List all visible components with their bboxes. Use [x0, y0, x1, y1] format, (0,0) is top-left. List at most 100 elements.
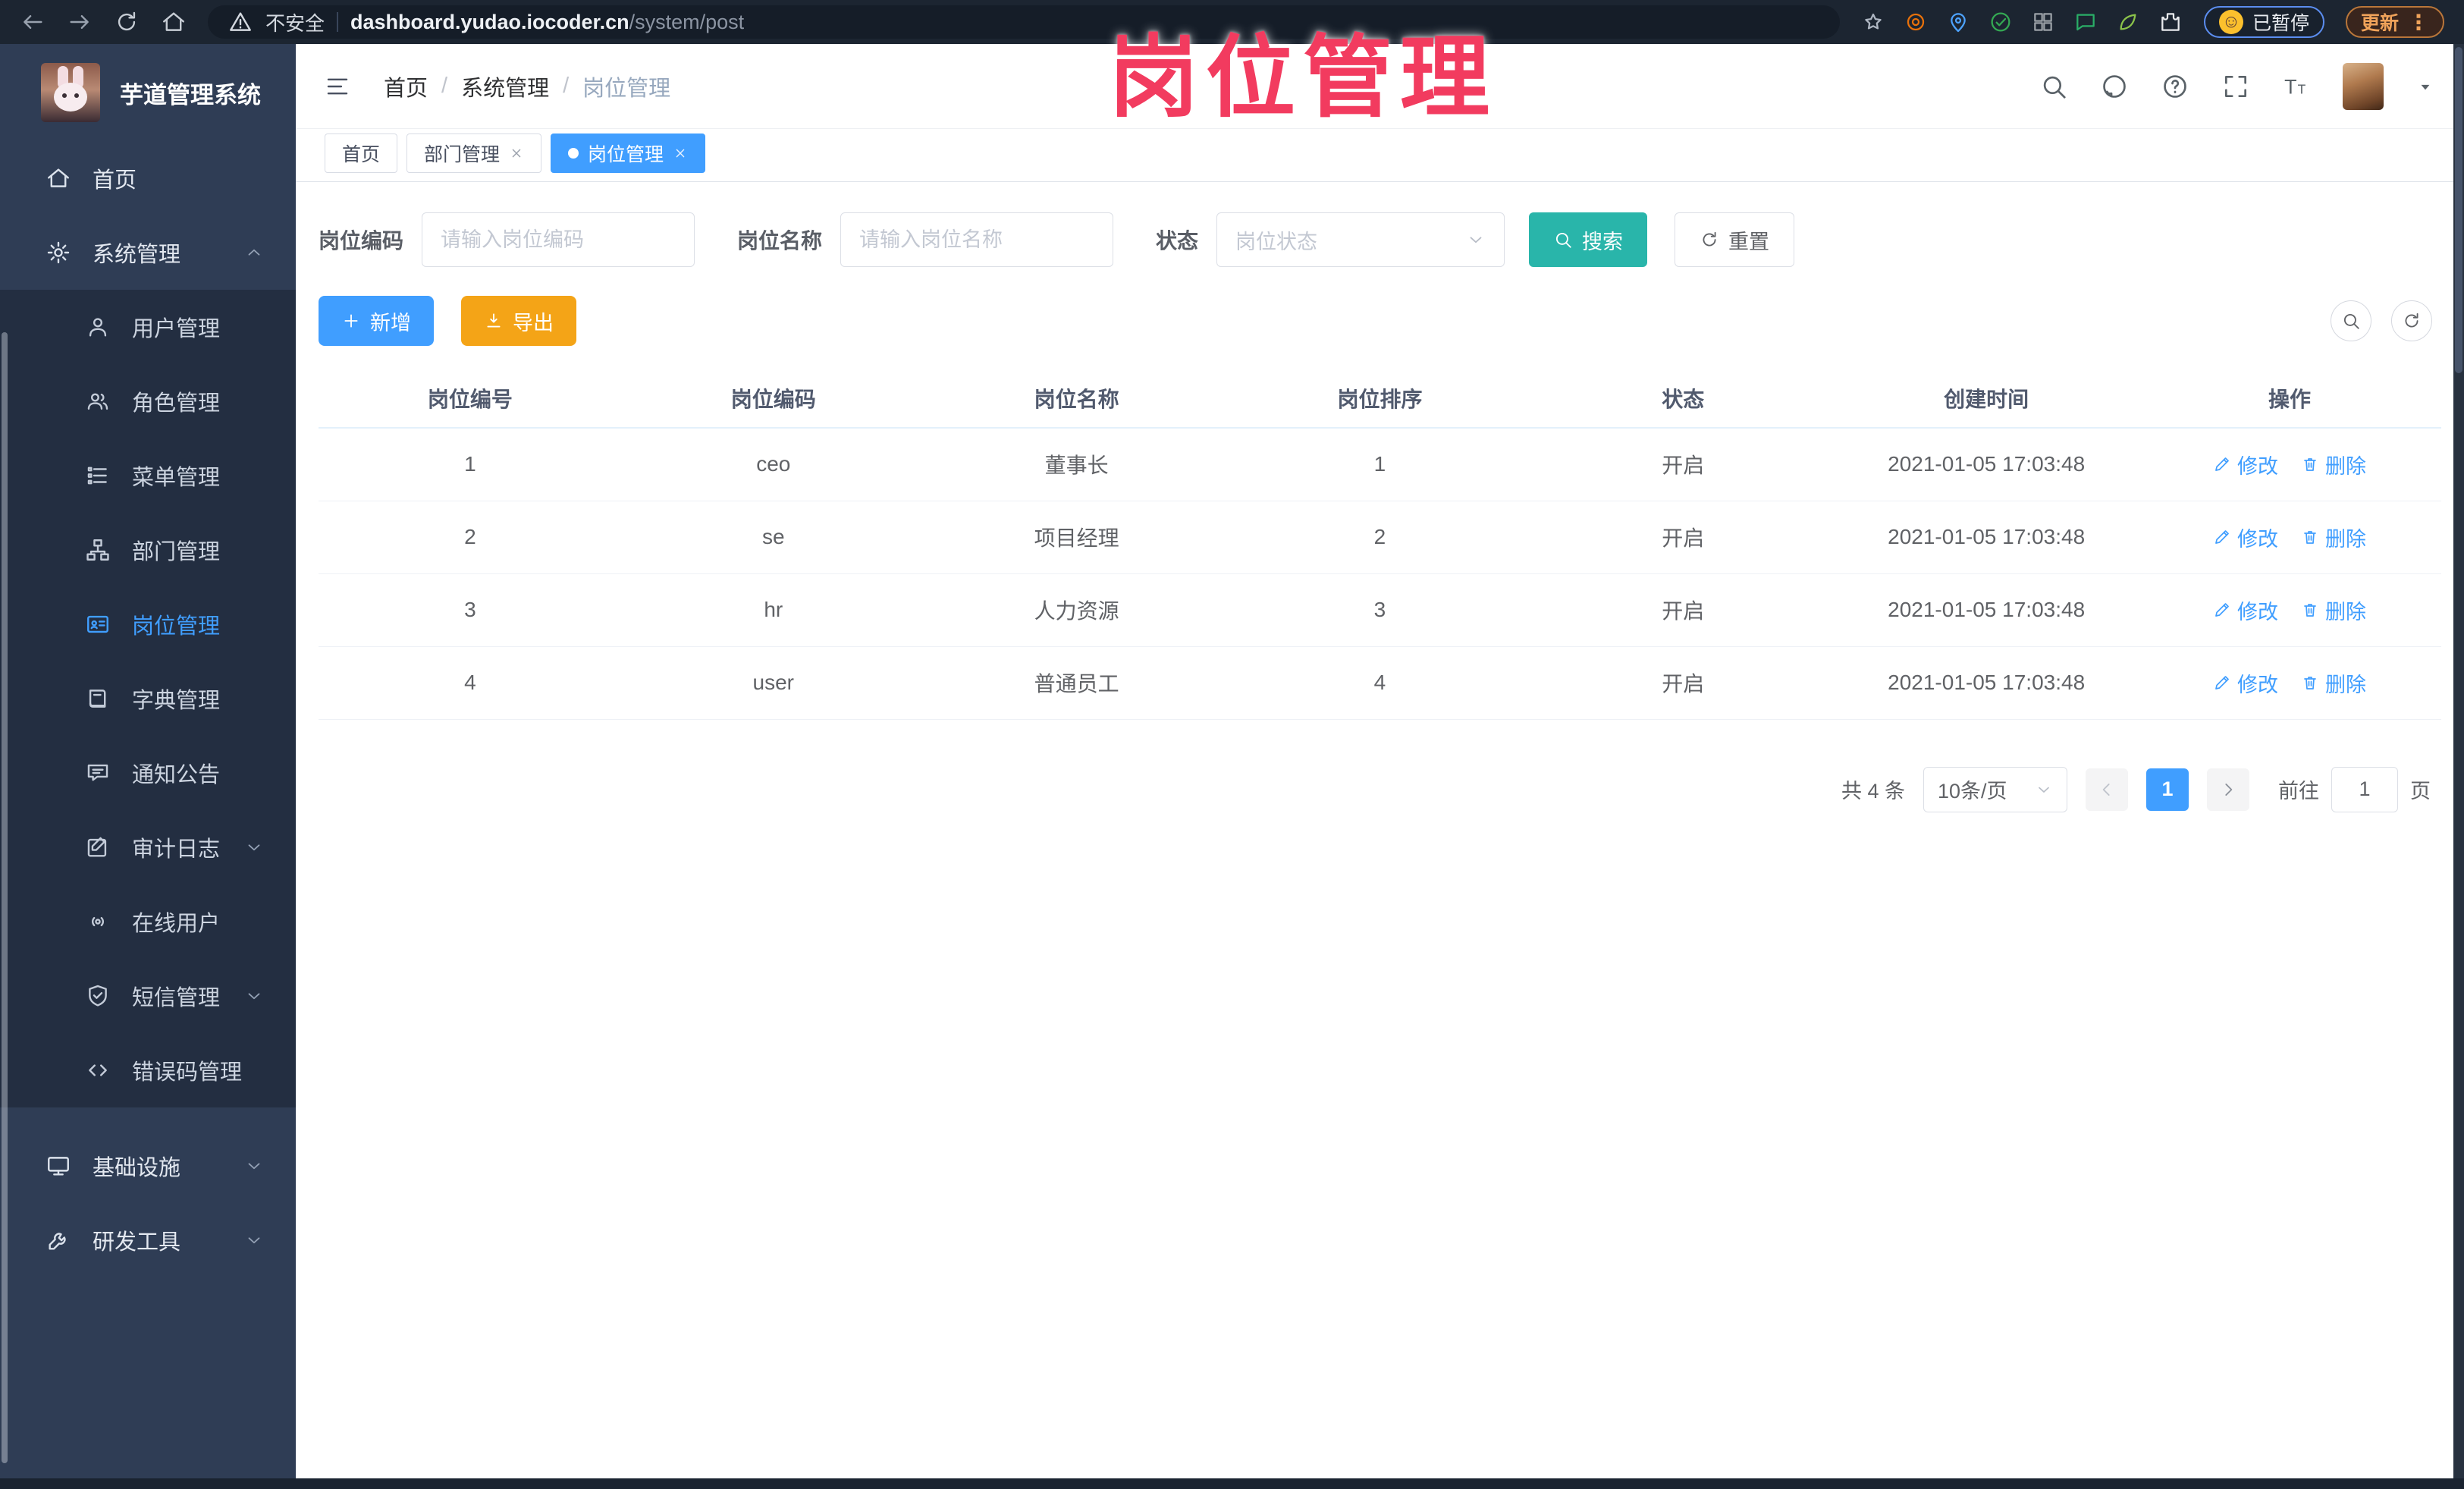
- status-select[interactable]: 岗位状态: [1216, 212, 1505, 267]
- ext-pin-icon[interactable]: [1946, 10, 1970, 34]
- cell-status: 开启: [1531, 428, 1835, 501]
- edit-link[interactable]: 修改: [2213, 523, 2278, 552]
- tab-首页[interactable]: 首页: [325, 133, 398, 173]
- notice-bubble-icon: [85, 760, 111, 786]
- cell-code: hr: [621, 573, 925, 647]
- browser-forward-icon[interactable]: [67, 9, 93, 35]
- page-number-1[interactable]: 1: [2146, 768, 2189, 811]
- browser-scrollbar[interactable]: [2453, 44, 2464, 1478]
- sidebar-item-岗位管理[interactable]: 岗位管理: [0, 587, 296, 661]
- toggle-search-button[interactable]: [2331, 300, 2371, 341]
- font-size-icon[interactable]: TT: [2282, 72, 2311, 101]
- online-user-icon: [85, 909, 111, 935]
- next-page-button[interactable]: [2207, 768, 2249, 811]
- cell-sort: 2: [1228, 501, 1532, 574]
- cell-created: 2021-01-05 17:03:48: [1835, 573, 2139, 647]
- cell-actions: 修改 删除: [2138, 573, 2441, 647]
- sidebar-item-label: 菜单管理: [132, 466, 221, 490]
- sidebar-item-label: 在线用户: [132, 912, 221, 936]
- edit-link[interactable]: 修改: [2213, 595, 2278, 625]
- browser-reload-icon[interactable]: [114, 9, 140, 35]
- sidebar-item-通知公告[interactable]: 通知公告: [0, 736, 296, 810]
- ext-donut-icon[interactable]: [1904, 10, 1928, 34]
- caret-down-icon[interactable]: [2415, 77, 2435, 96]
- breadcrumb-item[interactable]: 首页: [384, 71, 428, 102]
- tab-部门管理[interactable]: 部门管理: [406, 133, 542, 173]
- cell-name: 董事长: [924, 428, 1229, 501]
- delete-link[interactable]: 删除: [2301, 523, 2366, 552]
- app-logo: [41, 63, 100, 122]
- edit-link[interactable]: 修改: [2213, 668, 2278, 698]
- export-button[interactable]: 导出: [461, 296, 576, 346]
- hamburger-icon[interactable]: [325, 74, 350, 99]
- scrollbar-thumb[interactable]: [2455, 47, 2462, 373]
- user-avatar[interactable]: [2343, 62, 2384, 110]
- omnibox-divider: [337, 12, 339, 32]
- fullscreen-icon[interactable]: [2221, 72, 2250, 101]
- delete-link[interactable]: 删除: [2301, 450, 2366, 479]
- cell-actions: 修改 删除: [2138, 501, 2441, 574]
- prev-page-button[interactable]: [2086, 768, 2128, 811]
- search-button[interactable]: 搜索: [1529, 212, 1648, 267]
- sidebar-item-label: 通知公告: [132, 763, 221, 787]
- sidebar-item-部门管理[interactable]: 部门管理: [0, 513, 296, 587]
- infra-monitor-icon: [46, 1153, 71, 1179]
- cell-status: 开启: [1531, 646, 1835, 720]
- ext-grid-icon[interactable]: [2031, 10, 2055, 34]
- update-button[interactable]: 更新 ⋮: [2345, 6, 2444, 38]
- edit-link[interactable]: 修改: [2213, 450, 2278, 479]
- total-count: 共 4 条: [1841, 780, 1905, 803]
- sidebar-item-基础设施[interactable]: 基础设施: [0, 1129, 296, 1203]
- post-name-input[interactable]: [840, 212, 1114, 267]
- cell-name: 项目经理: [924, 501, 1229, 574]
- ext-leaf-icon[interactable]: [2116, 10, 2140, 34]
- table-header-row: 岗位编号 岗位编码 岗位名称 岗位排序 状态 创建时间 操作: [319, 369, 2441, 429]
- sidebar-item-错误码管理[interactable]: 错误码管理: [0, 1033, 296, 1107]
- goto-page-input[interactable]: [2331, 766, 2398, 812]
- extension-icons: [1861, 10, 2183, 34]
- address-bar[interactable]: 不安全 dashboard.yudao.iocoder.cn/system/po…: [208, 5, 1840, 39]
- sidebar-scrollbar[interactable]: [2, 332, 8, 1463]
- sidebar-item-用户管理[interactable]: 用户管理: [0, 290, 296, 364]
- search-icon[interactable]: [2039, 72, 2068, 101]
- refresh-table-button[interactable]: [2391, 300, 2432, 341]
- status-label: 状态: [1156, 229, 1199, 253]
- question-icon[interactable]: [2161, 72, 2189, 101]
- gear-icon: [46, 240, 71, 265]
- sidebar-item-首页[interactable]: 首页: [0, 141, 296, 215]
- browser-back-icon[interactable]: [20, 9, 46, 35]
- post-code-label: 岗位编码: [319, 229, 404, 253]
- cell-created: 2021-01-05 17:03:48: [1835, 646, 2139, 720]
- app-logo-row[interactable]: 芋道管理系统: [0, 44, 296, 141]
- paused-badge[interactable]: ☺ 已暂停: [2203, 6, 2324, 38]
- add-button[interactable]: 新增: [319, 296, 434, 346]
- close-icon[interactable]: [673, 146, 688, 161]
- browser-home-icon[interactable]: [161, 9, 187, 35]
- close-icon[interactable]: [509, 146, 524, 161]
- sidebar-item-研发工具[interactable]: 研发工具: [0, 1203, 296, 1277]
- github-icon[interactable]: [2100, 72, 2129, 101]
- sidebar-item-在线用户[interactable]: 在线用户: [0, 884, 296, 959]
- post-code-input[interactable]: [422, 212, 695, 267]
- delete-link[interactable]: 删除: [2301, 595, 2366, 625]
- sidebar-item-字典管理[interactable]: 字典管理: [0, 661, 296, 736]
- sidebar-item-审计日志[interactable]: 审计日志: [0, 810, 296, 884]
- tab-岗位管理[interactable]: 岗位管理: [551, 133, 706, 173]
- delete-link[interactable]: 删除: [2301, 668, 2366, 698]
- page-size-select[interactable]: 10条/页: [1923, 766, 2067, 812]
- ext-check-badge-icon[interactable]: [1988, 10, 2013, 34]
- bookmark-star-icon[interactable]: [1861, 10, 1885, 34]
- ext-puzzle-icon[interactable]: [2158, 10, 2183, 34]
- download-icon: [484, 311, 504, 331]
- sidebar-item-角色管理[interactable]: 角色管理: [0, 364, 296, 438]
- sidebar-item-菜单管理[interactable]: 菜单管理: [0, 438, 296, 513]
- ext-chat-icon[interactable]: [2073, 10, 2098, 34]
- sidebar-item-短信管理[interactable]: 短信管理: [0, 959, 296, 1033]
- browser-menu-kebab-icon[interactable]: ⋮: [2408, 10, 2429, 35]
- chevron-up-icon: [244, 243, 264, 262]
- sidebar-item-系统管理[interactable]: 系统管理: [0, 215, 296, 290]
- chevron-down-icon: [244, 1230, 264, 1250]
- reset-button[interactable]: 重置: [1675, 212, 1795, 267]
- breadcrumb-item[interactable]: 系统管理: [461, 71, 549, 102]
- tab-label: 岗位管理: [588, 143, 664, 165]
